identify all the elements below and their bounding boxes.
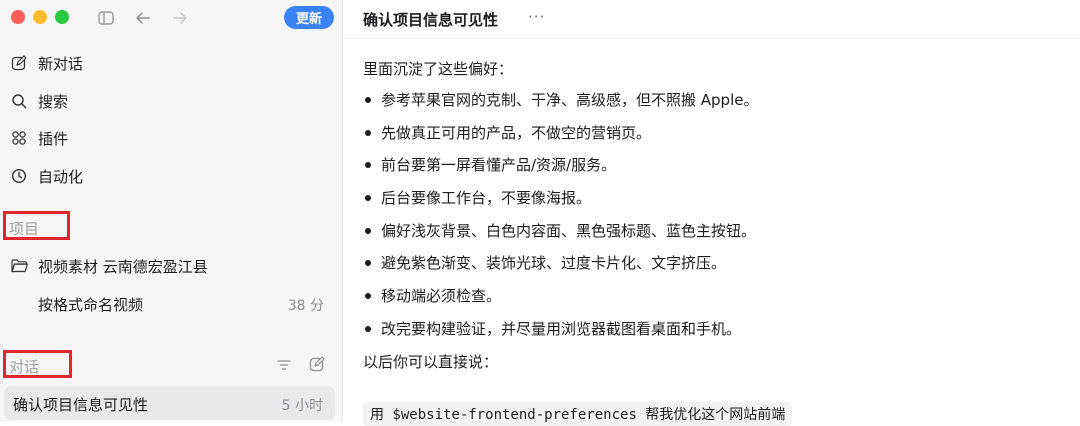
conversation-header: 确认项目信息可见性 ··· (344, 0, 1080, 39)
thread-label: 按格式命名视频 (38, 296, 144, 314)
close-window-button[interactable] (11, 10, 25, 24)
conversation-time: 5 小时 (281, 398, 323, 414)
sidebar-item-search[interactable]: 搜索 (0, 86, 343, 116)
conversation-label: 确认项目信息可见性 (13, 396, 149, 414)
inline-code: 用 $website-frontend-preferences 帮我优化这个网站… (363, 402, 793, 426)
new-conversation-icon[interactable] (309, 356, 325, 376)
folder-icon (11, 259, 28, 273)
highlight-box (3, 211, 70, 240)
project-item[interactable]: 视频素材 云南德宏盈江县 (0, 250, 343, 282)
window-controls (11, 10, 69, 24)
bullet-icon (365, 162, 371, 169)
sidebar-item-label: 插件 (38, 129, 69, 148)
sidebar-toggle-icon[interactable] (96, 8, 116, 28)
preferences-list: 参考苹果官网的克制、干净、高级感，但不照搬 Apple。 先做真正可用的产品，不… (363, 89, 1063, 340)
list-item: 偏好浅灰背景、白色内容面、黑色强标题、蓝色主按钮。 (363, 220, 1063, 242)
bullet-icon (365, 260, 371, 267)
list-item: 避免紫色渐变、装饰光球、过度卡片化、文字挤压。 (363, 252, 1063, 274)
more-options-button[interactable]: ··· (528, 8, 545, 26)
project-thread-item[interactable]: 按格式命名视频 38 分 (0, 288, 343, 320)
main-panel: 确认项目信息可见性 ··· 里面沉淀了这些偏好： 参考苹果官网的克制、干净、高级… (344, 0, 1080, 426)
list-item-text: 后台要像工作台，不要像海报。 (381, 189, 592, 208)
sidebar-item-automation[interactable]: 自动化 (0, 161, 343, 191)
list-item-text: 避免紫色渐变、装饰光球、过度卡片化、文字挤压。 (381, 254, 727, 273)
update-button[interactable]: 更新 (284, 6, 334, 29)
outro-text: 以后你可以直接说： (363, 352, 499, 371)
highlight-box (3, 350, 72, 378)
sidebar-item-label: 搜索 (38, 92, 69, 111)
filter-icon[interactable] (276, 357, 292, 376)
list-item-text: 移动端必须检查。 (381, 287, 502, 306)
list-item-text: 偏好浅灰背景、白色内容面、黑色强标题、蓝色主按钮。 (381, 221, 757, 240)
conversation-item-active[interactable]: 确认项目信息可见性 5 小时 (4, 386, 335, 420)
list-item-text: 参考苹果官网的克制、干净、高级感，但不照搬 Apple。 (381, 91, 759, 109)
bullet-icon (365, 195, 371, 202)
bullet-icon (365, 97, 371, 103)
project-label: 视频素材 云南德宏盈江县 (38, 258, 208, 276)
back-arrow-icon[interactable] (133, 8, 153, 28)
edit-icon (11, 55, 27, 71)
bullet-icon (365, 325, 371, 332)
list-item: 后台要像工作台，不要像海报。 (363, 187, 1063, 209)
list-item-text: 先做真正可用的产品，不做空的营销页。 (381, 123, 652, 142)
grid-icon (12, 131, 26, 145)
sidebar-item-label: 自动化 (38, 167, 84, 186)
list-item: 前台要第一屏看懂产品/资源/服务。 (363, 154, 1063, 176)
sidebar-item-new-chat[interactable]: 新对话 (0, 48, 343, 78)
bullet-icon (365, 227, 371, 234)
list-item: 参考苹果官网的克制、干净、高级感，但不照搬 Apple。 (363, 89, 1063, 111)
clock-icon (11, 168, 27, 184)
list-item-text: 前台要第一屏看懂产品/资源/服务。 (381, 156, 617, 175)
zoom-window-button[interactable] (55, 10, 69, 24)
sidebar: 更新 新对话 搜索 插件 自动化 项目 视频素材 云南德宏盈江县 按格式命名视频… (0, 0, 343, 422)
list-item: 改完要构建验证，并尽量用浏览器截图看桌面和手机。 (363, 318, 1063, 340)
forward-arrow-icon[interactable] (170, 8, 190, 28)
list-item: 先做真正可用的产品，不做空的营销页。 (363, 122, 1063, 144)
sidebar-item-plugins[interactable]: 插件 (0, 123, 343, 153)
intro-text: 里面沉淀了这些偏好： (363, 60, 514, 78)
list-item: 移动端必须检查。 (363, 285, 1063, 307)
bullet-icon (365, 129, 371, 136)
thread-time: 38 分 (287, 298, 324, 314)
page-title: 确认项目信息可见性 (363, 11, 499, 29)
message-content: 里面沉淀了这些偏好： 参考苹果官网的克制、干净、高级感，但不照搬 Apple。 … (363, 58, 1063, 373)
sidebar-item-label: 新对话 (38, 54, 84, 73)
search-icon (12, 94, 27, 109)
bullet-icon (365, 293, 371, 300)
minimize-window-button[interactable] (33, 10, 47, 24)
list-item-text: 改完要构建验证，并尽量用浏览器截图看桌面和手机。 (381, 319, 742, 338)
